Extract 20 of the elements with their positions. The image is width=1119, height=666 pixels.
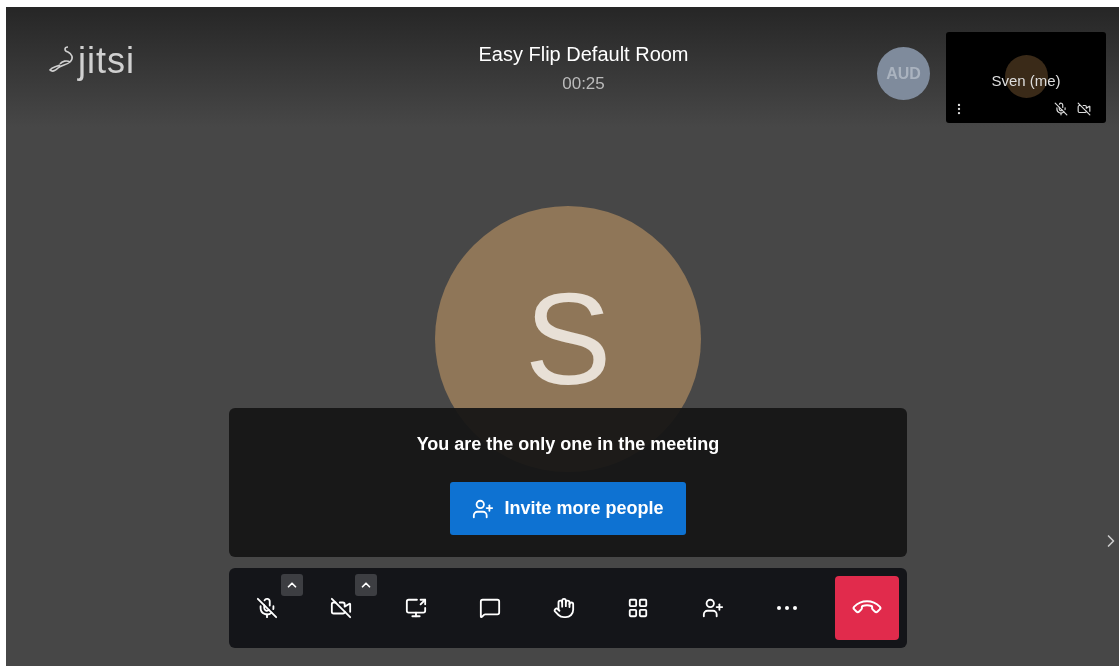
logo-text: jitsi xyxy=(78,41,135,81)
camera-off-icon xyxy=(1077,102,1091,116)
add-person-icon xyxy=(701,597,724,619)
meeting-title: Easy Flip Default Room xyxy=(478,43,689,66)
self-view-thumbnail[interactable]: Sven (me) xyxy=(946,32,1106,123)
invite-button[interactable]: Invite more people xyxy=(450,482,686,535)
meeting-timer: 00:25 xyxy=(562,74,605,94)
caret-button[interactable] xyxy=(281,574,303,596)
participant-name: Sven (me) xyxy=(990,72,1062,89)
chat-icon xyxy=(478,597,501,619)
microphone-muted-icon xyxy=(1054,102,1068,116)
notification-message: You are the only one in the meeting xyxy=(416,434,720,455)
more-icon xyxy=(776,606,797,610)
screen-share-icon xyxy=(404,597,427,619)
hang-up-button[interactable] xyxy=(835,576,899,640)
avatar-initial: S xyxy=(524,274,612,404)
add-person-icon xyxy=(472,497,495,520)
caret-button[interactable] xyxy=(355,574,378,596)
tile-grid-icon xyxy=(627,597,650,619)
raised-hand-icon xyxy=(553,597,575,619)
